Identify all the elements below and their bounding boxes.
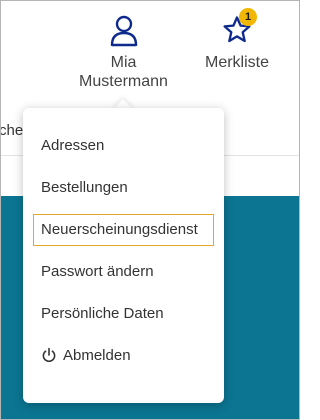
page-frame: che Mia Mustermann 1 Merkliste Adressen [0,0,300,420]
wishlist-label: Merkliste [204,54,269,71]
wishlist-icon-wrap: 1 [222,8,257,47]
menu-item-abmelden[interactable]: Abmelden [33,340,214,372]
menu-item-passwort-aendern[interactable]: Passwort ändern [33,256,214,288]
menu-item-bestellungen[interactable]: Bestellungen [33,172,214,204]
account-dropdown-menu: Adressen Bestellungen Neuerscheinungsdie… [23,108,224,403]
wishlist-button[interactable]: 1 Merkliste [197,8,277,72]
account-name: Mia Mustermann [71,53,176,91]
menu-item-persoenliche-daten[interactable]: Persönliche Daten [33,298,214,330]
account-button[interactable]: Mia Mustermann [71,15,176,91]
menu-item-neuerscheinungsdienst[interactable]: Neuerscheinungsdienst [33,214,214,246]
wishlist-count-badge: 1 [239,8,257,26]
menu-item-adressen[interactable]: Adressen [33,130,214,162]
account-last-name: Mustermann [79,73,168,90]
user-icon [110,15,137,47]
nav-partial-text: che [0,122,24,139]
power-icon [42,347,56,362]
menu-item-abmelden-label: Abmelden [63,347,131,364]
account-first-name: Mia [110,54,137,71]
